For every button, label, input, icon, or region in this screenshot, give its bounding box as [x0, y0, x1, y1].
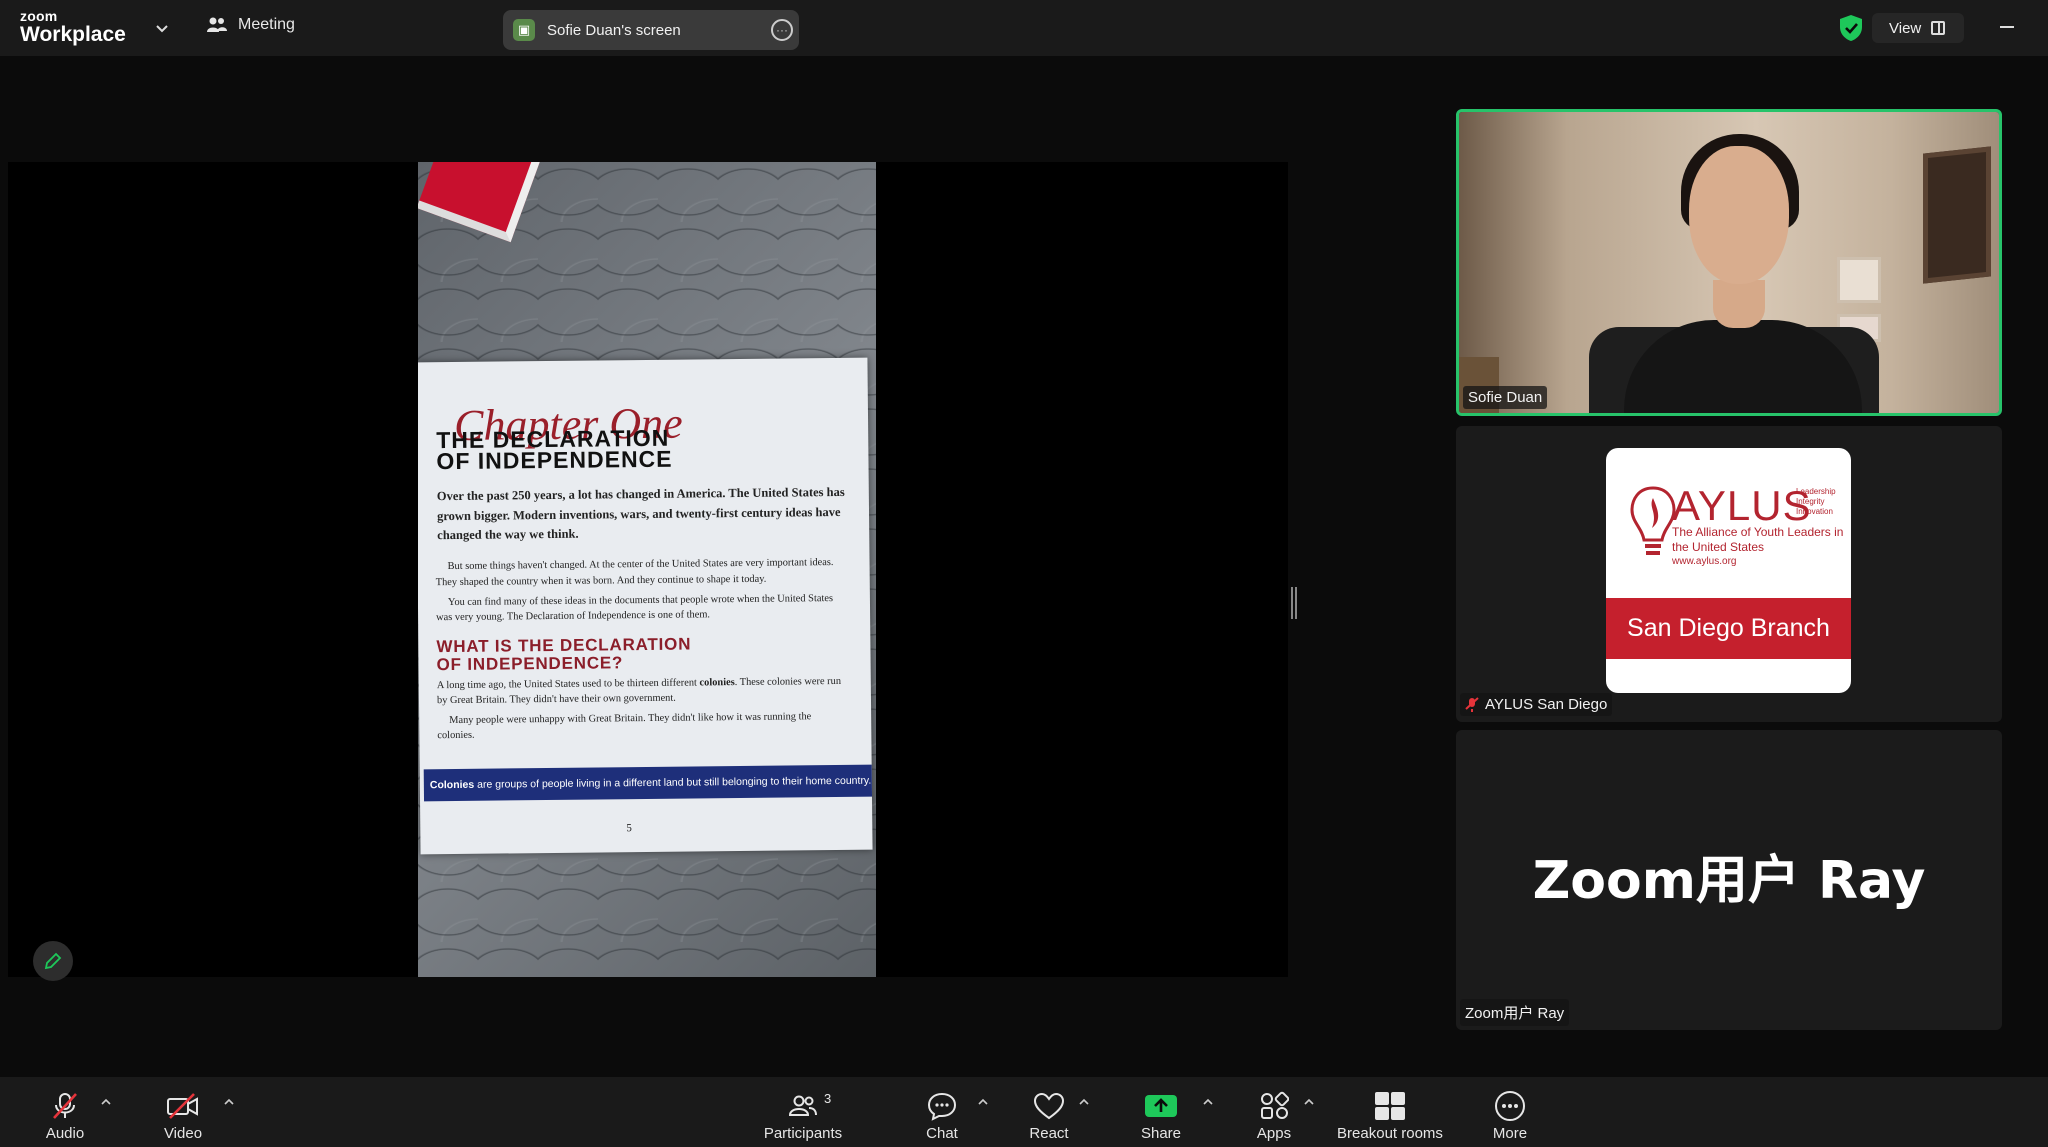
minimize-icon[interactable]	[2000, 26, 2014, 28]
mic-muted-icon	[53, 1093, 77, 1119]
intro-paragraph: Over the past 250 years, a lot has chang…	[436, 485, 845, 543]
aylus-wordmark: AYLUS	[1672, 482, 1812, 529]
video-off-icon	[167, 1093, 198, 1119]
chat-label: Chat	[926, 1125, 958, 1142]
screen-share-label: Sofie Duan's screen	[547, 21, 681, 39]
video-button[interactable]: Video	[158, 1077, 208, 1147]
aylus-tagline-3: Innovation	[1796, 507, 1833, 516]
meeting-label: Meeting	[238, 16, 295, 33]
participants-button[interactable]: Participants	[760, 1077, 846, 1147]
body-paragraph-4: Many people were unhappy with Great Brit…	[437, 711, 812, 742]
apps-label: Apps	[1256, 1125, 1292, 1142]
participant-display-name: Zoom用户 Ray	[1532, 851, 1926, 911]
screen-share-avatar-icon: ▣	[513, 19, 535, 41]
wall-frame	[1923, 146, 1991, 284]
chat-icon	[927, 1092, 957, 1121]
brand-small: zoom	[20, 8, 58, 24]
audio-label: Audio	[45, 1125, 85, 1142]
breakout-rooms-button[interactable]: Breakout rooms	[1334, 1077, 1446, 1147]
chevron-up-icon[interactable]	[1077, 1095, 1091, 1109]
chevron-up-icon[interactable]	[222, 1095, 236, 1109]
heart-icon	[1033, 1092, 1065, 1120]
definition-term: Colonies	[429, 778, 475, 792]
aylus-logo-top: AYLUS Leadership Integrity Innovation Th…	[1606, 448, 1851, 596]
wall-picture	[1837, 257, 1881, 303]
layout-icon	[1931, 21, 1946, 35]
chat-button[interactable]: Chat	[922, 1077, 962, 1147]
mic-muted-icon	[1465, 696, 1479, 712]
section-heading: WHAT IS THE DECLARATION OF INDEPENDENCE?	[436, 634, 848, 674]
share-button[interactable]: Share	[1141, 1077, 1181, 1147]
definition-text: are groups of people living in a differe…	[474, 774, 872, 791]
people-icon	[207, 17, 227, 32]
section-heading-line2: OF INDEPENDENCE?	[436, 652, 624, 674]
aylus-name-label: AYLUS San Diego	[1485, 696, 1608, 713]
security-shield-icon[interactable]	[1838, 14, 1864, 42]
body-paragraph-2: You can find many of these ideas in the …	[436, 592, 834, 624]
participant-name: Sofie Duan	[1463, 386, 1548, 409]
chevron-up-icon[interactable]	[976, 1095, 990, 1109]
aylus-tagline-2: Integrity	[1796, 497, 1825, 506]
participants-label: Participants	[763, 1125, 843, 1142]
para3-pre: A long time ago, the United States used …	[436, 676, 700, 691]
audio-button[interactable]: Audio	[40, 1077, 90, 1147]
panel-resize-handle[interactable]	[1291, 587, 1297, 619]
aylus-branch-band: San Diego Branch	[1606, 598, 1851, 659]
person-head	[1689, 146, 1789, 284]
chevron-up-icon[interactable]	[1302, 1095, 1316, 1109]
body-paragraph-1: But some things haven't changed. At the …	[435, 557, 834, 589]
aylus-tagline: Leadership Integrity Innovation	[1796, 487, 1836, 517]
view-button[interactable]: View	[1872, 13, 1964, 43]
book-page: Chapter One THE DECLARATION OF INDEPENDE…	[418, 357, 873, 855]
shared-screen: Chapter One THE DECLARATION OF INDEPENDE…	[8, 162, 1288, 977]
person-neck	[1713, 280, 1765, 328]
brand-big: Workplace	[20, 23, 126, 46]
breakout-rooms-label: Breakout rooms	[1337, 1125, 1443, 1142]
more-label: More	[1492, 1125, 1528, 1142]
aylus-tagline-1: Leadership	[1796, 487, 1836, 496]
aylus-full-name: The Alliance of Youth Leaders in the Uni…	[1672, 525, 1844, 554]
participants-count: 3	[824, 1091, 832, 1106]
view-label: View	[1889, 19, 1922, 37]
apps-icon	[1261, 1091, 1289, 1119]
chevron-up-icon[interactable]	[99, 1095, 113, 1109]
annotate-button[interactable]	[33, 941, 73, 981]
video-tile-sofie[interactable]: Sofie Duan	[1456, 109, 2002, 416]
breakout-rooms-icon	[1375, 1092, 1405, 1120]
react-button[interactable]: React	[1025, 1077, 1073, 1147]
meeting-info-button[interactable]: Meeting	[206, 16, 295, 34]
chevron-up-icon[interactable]	[1201, 1095, 1215, 1109]
react-label: React	[1029, 1125, 1069, 1142]
page-number: 5	[626, 822, 632, 835]
lightbulb-flame-icon	[1630, 486, 1676, 555]
more-icon	[1495, 1091, 1525, 1121]
shared-photo: Chapter One THE DECLARATION OF INDEPENDE…	[418, 162, 876, 977]
zoom-workplace-logo[interactable]: zoom Workplace	[20, 9, 126, 45]
pencil-icon	[44, 952, 62, 970]
para3-bold: colonies	[699, 676, 735, 688]
share-label: Share	[1140, 1125, 1182, 1142]
share-screen-icon	[1145, 1095, 1177, 1117]
chevron-down-icon[interactable]	[152, 18, 172, 38]
video-tile-aylus[interactable]: AYLUS Leadership Integrity Innovation Th…	[1456, 426, 2002, 722]
aylus-logo: AYLUS Leadership Integrity Innovation Th…	[1606, 448, 1851, 693]
video-tile-ray[interactable]: Zoom用户 Ray Zoom用户 Ray	[1456, 730, 2002, 1030]
more-button[interactable]: More	[1490, 1077, 1530, 1147]
top-bar: zoom Workplace Meeting ▣ Sofie Duan's sc…	[0, 0, 2048, 56]
participant-name-ray: Zoom用户 Ray	[1460, 999, 1570, 1026]
screen-share-indicator[interactable]: ▣ Sofie Duan's screen ···	[503, 10, 799, 50]
video-label: Video	[163, 1125, 203, 1142]
participant-video	[1459, 112, 1999, 413]
participants-icon	[788, 1095, 817, 1116]
participant-name-aylus: AYLUS San Diego	[1460, 693, 1613, 716]
more-options-icon[interactable]: ···	[771, 19, 793, 41]
definition-band: Colonies are groups of people living in …	[423, 764, 873, 802]
chapter-title-line2: OF INDEPENDENCE	[436, 446, 673, 475]
aylus-url: www.aylus.org	[1672, 556, 1737, 567]
body-paragraph-3: A long time ago, the United States used …	[437, 673, 849, 709]
chapter-title: THE DECLARATION OF INDEPENDENCE	[436, 424, 846, 475]
meeting-toolbar: Audio Video Participants 3 Chat React Sh…	[0, 1077, 2048, 1147]
apps-button[interactable]: Apps	[1254, 1077, 1294, 1147]
